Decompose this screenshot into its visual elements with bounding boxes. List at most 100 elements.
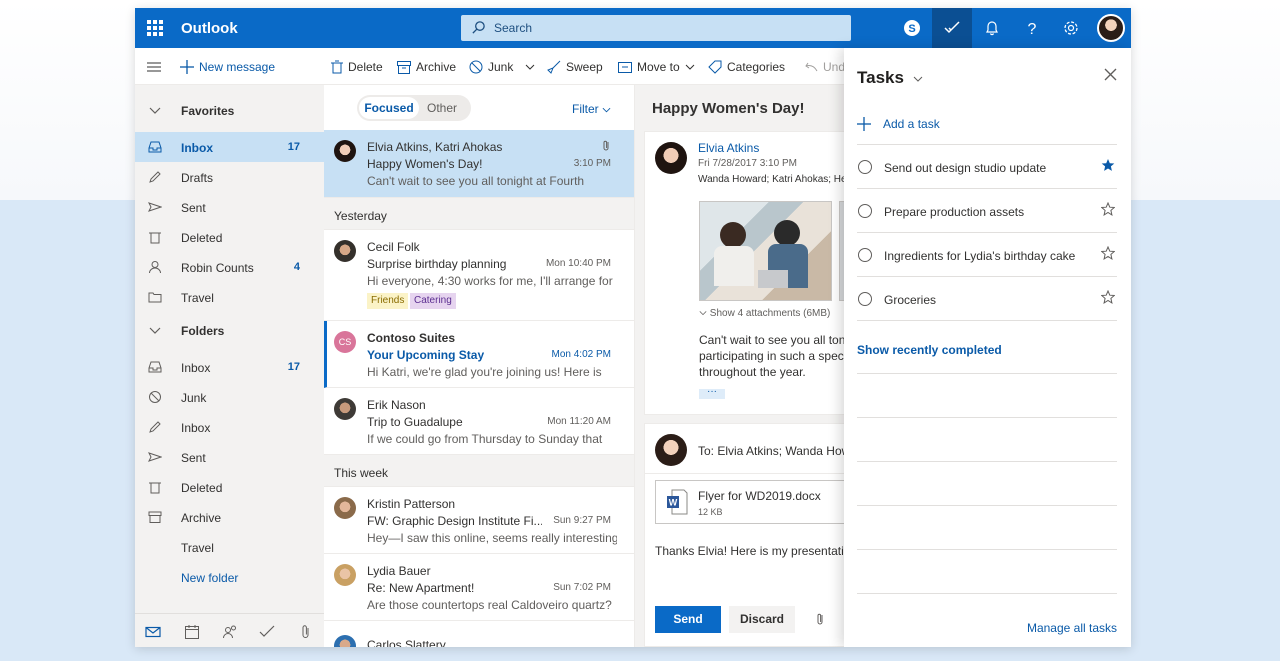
folder-item-deleted[interactable]: Deleted	[135, 472, 324, 502]
message-body: Can't wait to see you all toni participa…	[699, 333, 845, 379]
nav-item-sent[interactable]: Sent	[135, 192, 324, 222]
show-attachments-link[interactable]: Show 4 attachments (6MB)	[699, 308, 830, 319]
tab-focused[interactable]: Focused	[359, 97, 419, 119]
tasks-title[interactable]: Tasks	[857, 68, 923, 88]
avatar: CS	[334, 331, 356, 353]
attachment-photo[interactable]	[699, 201, 832, 301]
mail-icon[interactable]	[145, 624, 161, 640]
reply-recipients[interactable]: To: Elvia Atkins; Wanda Howa	[698, 444, 845, 458]
pencil-icon	[149, 171, 161, 183]
chevron-down-icon	[913, 76, 923, 82]
junk-dropdown-chevron-icon[interactable]	[525, 59, 535, 75]
favorites-header[interactable]: Favorites	[135, 95, 324, 125]
close-icon[interactable]	[1104, 68, 1117, 81]
nav-item-drafts[interactable]: Drafts	[135, 162, 324, 192]
reply-body[interactable]: Thanks Elvia! Here is my presentation	[655, 544, 845, 558]
conversation-title: Happy Women's Day!	[652, 100, 805, 117]
star-filled-icon[interactable]	[1101, 158, 1115, 172]
settings-gear-icon[interactable]	[1051, 8, 1091, 48]
app-launcher-icon[interactable]	[147, 20, 163, 36]
folders-header[interactable]: Folders	[135, 315, 324, 345]
nav-item-travel[interactable]: Travel	[135, 282, 324, 312]
folder-item-inbox[interactable]: Inbox 17	[135, 352, 324, 382]
category-tag: Catering	[410, 293, 456, 309]
folder-item-inbox-2[interactable]: Inbox	[135, 412, 324, 442]
message-item[interactable]: Elvia Atkins, Katri Ahokas Happy Women's…	[324, 130, 634, 198]
new-folder-link[interactable]: New folder	[135, 562, 324, 592]
delete-button[interactable]: Delete	[331, 59, 383, 75]
task-item[interactable]: Send out design studio update	[857, 145, 1117, 189]
message-item[interactable]: Erik Nason Trip to Guadalupe Mon 11:20 A…	[324, 388, 634, 455]
task-checkbox[interactable]	[858, 292, 872, 306]
message-card: Elvia Atkins Fri 7/28/2017 3:10 PM Wanda…	[644, 131, 845, 415]
tasks-check-icon[interactable]	[259, 624, 275, 640]
junk-button[interactable]: Junk	[469, 59, 513, 75]
person-icon	[149, 261, 161, 274]
nav-item-robin-counts[interactable]: Robin Counts 4	[135, 252, 324, 282]
task-checkbox[interactable]	[858, 204, 872, 218]
tab-other[interactable]: Other	[427, 101, 457, 115]
chevron-down-icon	[685, 64, 695, 70]
category-tag: Friends	[367, 293, 409, 309]
trash-icon	[331, 60, 343, 74]
attachment-icon[interactable]	[298, 624, 314, 640]
group-header-yesterday: Yesterday	[324, 198, 634, 230]
folder-item-travel[interactable]: Travel	[135, 532, 324, 562]
trash-icon	[149, 482, 161, 494]
sender-name[interactable]: Elvia Atkins	[698, 141, 759, 155]
nav-item-inbox[interactable]: Inbox 17	[135, 132, 324, 162]
divider	[857, 461, 1117, 462]
tasks-toggle-icon[interactable]	[932, 8, 972, 48]
help-icon[interactable]: ?	[1012, 8, 1052, 48]
task-checkbox[interactable]	[858, 248, 872, 262]
folder-item-junk[interactable]: Junk	[135, 382, 324, 412]
attached-file[interactable]: W Flyer for WD2019.docx 12 KB	[655, 480, 845, 524]
attachment-icon[interactable]	[815, 613, 825, 627]
calendar-icon[interactable]	[184, 624, 200, 640]
svg-text:?: ?	[1028, 21, 1037, 36]
nav-item-deleted[interactable]: Deleted	[135, 222, 324, 252]
group-header-this-week: This week	[324, 455, 634, 487]
task-item[interactable]: Ingredients for Lydia's birthday cake	[857, 233, 1117, 277]
plus-icon	[857, 117, 871, 131]
chevron-down-icon	[699, 311, 707, 316]
discard-button[interactable]: Discard	[729, 606, 795, 633]
folder-item-archive[interactable]: Archive	[135, 502, 324, 532]
move-to-button[interactable]: Move to	[618, 59, 695, 75]
message-item[interactable]: Cecil Folk Surprise birthday planning Mo…	[324, 230, 634, 321]
task-item[interactable]: Groceries	[857, 277, 1117, 321]
expand-more-button[interactable]: ···	[699, 387, 725, 399]
star-outline-icon[interactable]	[1101, 202, 1115, 216]
hamburger-menu-icon[interactable]	[147, 59, 161, 75]
folder-pane: Favorites Inbox 17 Drafts Sent Deleted R…	[135, 85, 324, 647]
send-button[interactable]: Send	[655, 606, 721, 633]
task-checkbox[interactable]	[858, 160, 872, 174]
filter-button[interactable]: Filter	[572, 102, 611, 116]
avatar	[334, 398, 356, 420]
reply-compose: To: Elvia Atkins; Wanda Howa W Flyer for…	[644, 423, 845, 647]
star-outline-icon[interactable]	[1101, 290, 1115, 304]
message-item[interactable]: Carlos Slattery	[324, 621, 634, 647]
bell-icon[interactable]	[972, 8, 1012, 48]
new-message-button[interactable]: New message	[180, 59, 275, 75]
sweep-button[interactable]: Sweep	[547, 59, 603, 75]
pencil-icon	[149, 421, 161, 433]
categories-button[interactable]: Categories	[708, 59, 785, 75]
message-item[interactable]: Lydia Bauer Re: New Apartment! Sun 7:02 …	[324, 554, 634, 621]
show-recently-completed-link[interactable]: Show recently completed	[857, 343, 1002, 357]
focused-other-pivot: Focused Other	[357, 95, 471, 121]
archive-button[interactable]: Archive	[397, 59, 456, 75]
message-item[interactable]: Kristin Patterson FW: Graphic Design Ins…	[324, 487, 634, 554]
manage-all-tasks-link[interactable]: Manage all tasks	[1027, 621, 1117, 635]
add-task-button[interactable]: Add a task	[857, 115, 940, 133]
send-icon	[148, 452, 162, 462]
folder-item-sent[interactable]: Sent	[135, 442, 324, 472]
search-box[interactable]: Search	[461, 15, 851, 41]
account-avatar[interactable]	[1091, 8, 1131, 48]
star-outline-icon[interactable]	[1101, 246, 1115, 260]
avatar	[334, 564, 356, 586]
skype-icon[interactable]: S	[892, 8, 932, 48]
task-item[interactable]: Prepare production assets	[857, 189, 1117, 233]
people-icon[interactable]	[222, 624, 238, 640]
message-item[interactable]: CS Contoso Suites Your Upcoming Stay Mon…	[324, 321, 634, 388]
